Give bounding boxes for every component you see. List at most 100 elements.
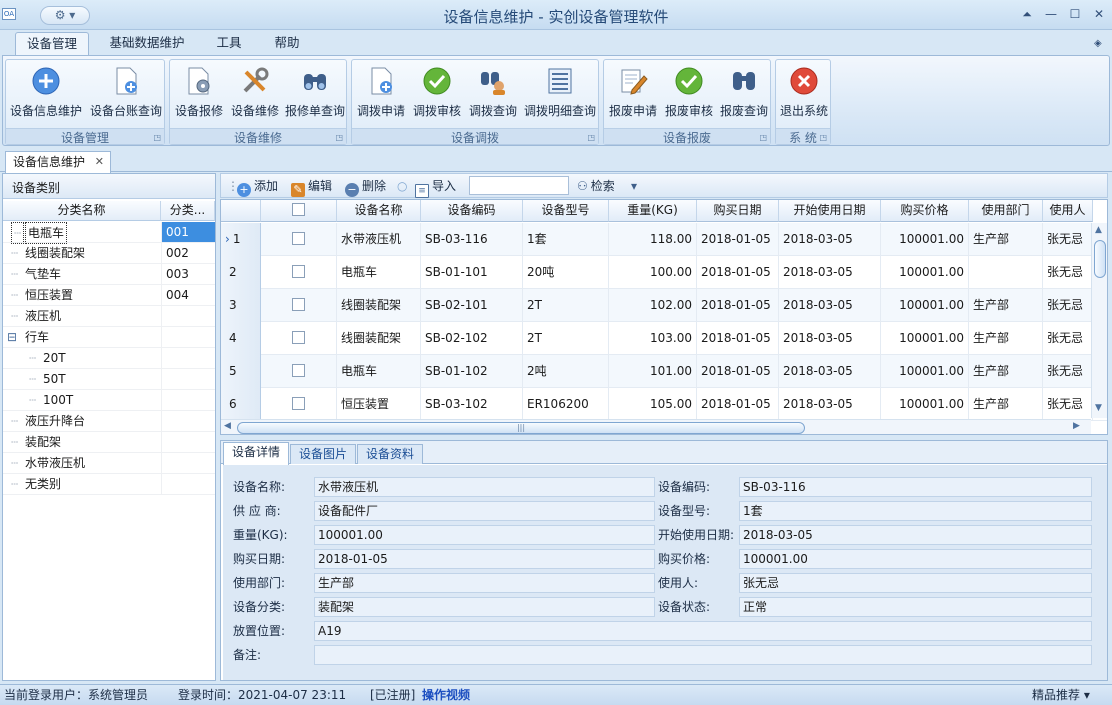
note-field[interactable]: [314, 645, 1092, 665]
column-header[interactable]: 重量(KG): [609, 200, 697, 222]
row-checkbox[interactable]: [261, 256, 337, 289]
search-input[interactable]: [469, 176, 569, 195]
select-all-checkbox[interactable]: [261, 200, 337, 222]
scroll-thumb[interactable]: |||: [237, 422, 805, 434]
location-field[interactable]: A19: [314, 621, 1092, 641]
start-date-field[interactable]: 2018-03-05: [739, 525, 1092, 545]
tree-node[interactable]: ┄ 水带液压机: [3, 453, 215, 474]
column-header-category-code[interactable]: 分类...: [161, 201, 215, 221]
tab-tools[interactable]: 工具: [206, 32, 252, 55]
column-header[interactable]: [221, 200, 261, 222]
close-icon[interactable]: ✕: [95, 152, 104, 172]
tab-equipment-management[interactable]: 设备管理: [15, 32, 89, 55]
scroll-up-icon[interactable]: ▲: [1095, 225, 1102, 235]
tree-node[interactable]: ┄ 恒压装置 004: [3, 285, 215, 306]
column-header[interactable]: 购买日期: [697, 200, 779, 222]
exit-system-button[interactable]: 退出系统: [777, 64, 831, 124]
row-checkbox[interactable]: [261, 289, 337, 322]
row-checkbox[interactable]: [261, 388, 337, 421]
supplier-field[interactable]: 设备配件厂: [314, 501, 655, 521]
recommend-menu[interactable]: 精品推荐 ▾: [1032, 688, 1090, 703]
scrap-approve-button[interactable]: 报废审核: [662, 64, 716, 124]
row-checkbox[interactable]: [261, 322, 337, 355]
tree-collapse-icon[interactable]: ⊟: [7, 327, 17, 347]
table-row[interactable]: 5 电瓶车 SB-01-102 2吨 101.00 2018-01-05 2018-03-0…: [221, 355, 1107, 388]
column-header[interactable]: 开始使用日期: [779, 200, 881, 222]
row-checkbox[interactable]: [261, 355, 337, 388]
transfer-query-button[interactable]: 调拨查询: [466, 64, 520, 124]
tab-help[interactable]: 帮助: [264, 32, 310, 55]
toolbar-overflow-icon[interactable]: ▾: [631, 177, 637, 195]
tree-node[interactable]: ⊟ 行车: [3, 327, 215, 348]
weight-field[interactable]: 100001.00: [314, 525, 655, 545]
dialog-launcher-icon[interactable]: ◳: [587, 133, 595, 142]
column-header[interactable]: 设备名称: [337, 200, 421, 222]
scrap-request-button[interactable]: 报废申请: [606, 64, 660, 124]
transfer-detail-query-button[interactable]: 调拨明细查询: [522, 64, 598, 124]
checkbox-icon[interactable]: [292, 203, 305, 216]
category-field[interactable]: 装配架: [314, 597, 655, 617]
checkbox-icon[interactable]: [292, 397, 305, 410]
checkbox-icon[interactable]: [292, 298, 305, 311]
row-checkbox[interactable]: [261, 223, 337, 256]
column-header[interactable]: 购买价格: [881, 200, 969, 222]
dialog-launcher-icon[interactable]: ◳: [819, 133, 827, 142]
checkbox-icon[interactable]: [292, 265, 305, 278]
dialog-launcher-icon[interactable]: ◳: [335, 133, 343, 142]
model-field[interactable]: 1套: [739, 501, 1092, 521]
ribbon-collapse-icon[interactable]: ⏶: [1016, 6, 1038, 22]
transfer-approve-button[interactable]: 调拨审核: [410, 64, 464, 124]
equipment-name-field[interactable]: 水带液压机: [314, 477, 655, 497]
tree-node[interactable]: ┄ 气垫车 003: [3, 264, 215, 285]
column-header[interactable]: 使用人: [1043, 200, 1093, 222]
transfer-request-button[interactable]: 调拨申请: [354, 64, 408, 124]
close-button[interactable]: ✕: [1088, 6, 1110, 22]
column-header[interactable]: 设备编码: [421, 200, 523, 222]
tree-node[interactable]: ┄ 液压升降台: [3, 411, 215, 432]
scroll-right-icon[interactable]: ▶: [1073, 421, 1080, 431]
user-field[interactable]: 张无忌: [739, 573, 1092, 593]
tree-node[interactable]: ┄ 100T: [3, 390, 215, 411]
search-button[interactable]: ⚇ 检索: [577, 177, 615, 195]
tree-node[interactable]: ┄ 电瓶车 001: [3, 222, 215, 244]
department-field[interactable]: 生产部: [314, 573, 655, 593]
horizontal-scrollbar[interactable]: ◀ ||| ▶: [221, 419, 1091, 434]
import-button[interactable]: ≡ 导入: [415, 177, 456, 198]
checkbox-icon[interactable]: [292, 331, 305, 344]
table-row[interactable]: 6 恒压装置 SB-03-102 ER106200 105.00 2018-01-05 20…: [221, 388, 1107, 421]
column-header-category-name[interactable]: 分类名称: [3, 201, 161, 221]
equipment-ledger-button[interactable]: 设备台账查询: [88, 64, 164, 124]
column-header[interactable]: 使用部门: [969, 200, 1043, 222]
table-row[interactable]: 2 电瓶车 SB-01-101 20吨 100.00 2018-01-05 2018-03-…: [221, 256, 1107, 289]
equipment-code-field[interactable]: SB-03-116: [739, 477, 1092, 497]
operation-video-link[interactable]: 操作视频: [422, 688, 470, 703]
tree-node[interactable]: ┄ 装配架: [3, 432, 215, 453]
status-field[interactable]: 正常: [739, 597, 1092, 617]
tab-documents[interactable]: 设备资料: [357, 444, 424, 464]
checkbox-icon[interactable]: [292, 232, 305, 245]
minimize-button[interactable]: —: [1040, 6, 1062, 22]
tree-node[interactable]: ┄ 线圈装配架 002: [3, 243, 215, 264]
dialog-launcher-icon[interactable]: ◳: [153, 133, 161, 142]
scroll-thumb[interactable]: [1094, 240, 1106, 278]
scroll-down-icon[interactable]: ▼: [1095, 403, 1102, 413]
edit-button[interactable]: ✎ 编辑: [291, 177, 332, 197]
column-header[interactable]: 设备型号: [523, 200, 609, 222]
tree-node[interactable]: ┄ 无类别: [3, 474, 215, 495]
maximize-button[interactable]: ☐: [1064, 6, 1086, 22]
tree-node[interactable]: ┄ 20T: [3, 348, 215, 369]
table-row[interactable]: › 1 水带液压机 SB-03-116 1套 118.00 2018-01-05 2018-0…: [221, 223, 1107, 256]
delete-button[interactable]: − 删除: [345, 177, 386, 197]
add-button[interactable]: + 添加: [237, 177, 278, 197]
document-tab[interactable]: 设备信息维护 ✕: [5, 151, 111, 173]
dialog-launcher-icon[interactable]: ◳: [759, 133, 767, 142]
tree-node[interactable]: ┄ 50T: [3, 369, 215, 390]
scrap-query-button[interactable]: 报废查询: [718, 64, 770, 124]
table-row[interactable]: 4 线圈装配架 SB-02-102 2T 103.00 2018-01-05 2018-03…: [221, 322, 1107, 355]
help-icon[interactable]: ◈: [1094, 38, 1102, 49]
tab-basic-data[interactable]: 基础数据维护: [100, 32, 194, 55]
tree-node[interactable]: ┄ 液压机: [3, 306, 215, 327]
repair-order-query-button[interactable]: 报修单查询: [284, 64, 346, 124]
table-row[interactable]: 3 线圈装配架 SB-02-101 2T 102.00 2018-01-05 2018-03…: [221, 289, 1107, 322]
tab-images[interactable]: 设备图片: [290, 444, 357, 464]
